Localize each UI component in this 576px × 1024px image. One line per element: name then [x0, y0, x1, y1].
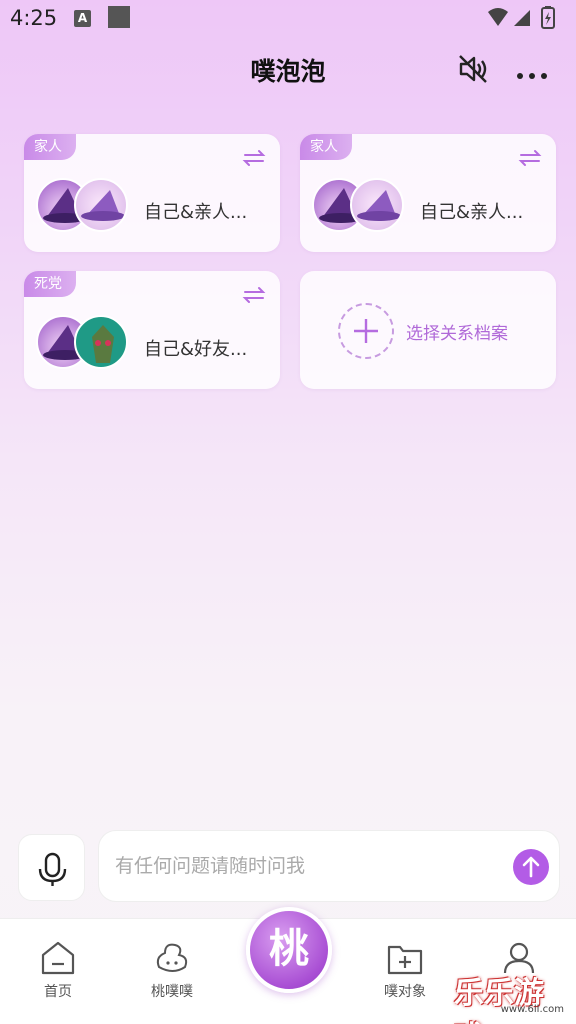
- swap-icon[interactable]: [242, 148, 266, 168]
- relation-tag: 家人: [300, 134, 352, 160]
- chat-input-row: [0, 830, 576, 904]
- avatar-family: [350, 178, 404, 232]
- relation-card[interactable]: 家人 自己&亲人...: [300, 134, 556, 252]
- notification-square-icon: [108, 6, 130, 28]
- plus-icon[interactable]: [338, 303, 394, 359]
- watermark-text: 乐乐游戏: [454, 976, 544, 1024]
- folder-plus-icon: [387, 945, 423, 975]
- status-time: 4:25: [10, 6, 58, 30]
- blob-face-icon: [156, 943, 188, 972]
- relation-card[interactable]: 死党 自己&好友...: [24, 271, 280, 389]
- tab-home-label: 首页: [44, 984, 72, 1000]
- tab-objects-label: 噗对象: [384, 984, 426, 1000]
- send-button[interactable]: [513, 849, 549, 885]
- swap-icon[interactable]: [242, 285, 266, 305]
- avatar-friend: [74, 315, 128, 369]
- notification-a-icon: A: [74, 10, 91, 27]
- app-header: 噗泡泡: [0, 46, 576, 90]
- signal-battery-icons: [488, 6, 555, 29]
- tab-home[interactable]: 首页: [13, 939, 103, 1009]
- tab-peach-label: 桃噗噗: [151, 984, 193, 1000]
- tab-peach[interactable]: 桃噗噗: [127, 939, 217, 1009]
- avatar-family: [74, 178, 128, 232]
- speaker-mute-icon[interactable]: [456, 52, 490, 86]
- bottom-tab-bar: 首页 桃噗噗 桃 噗对象 乐乐游戏 www.6ll.com: [0, 907, 576, 1024]
- relation-tag: 死党: [24, 271, 76, 297]
- relation-label: 自己&亲人...: [420, 202, 524, 223]
- center-peach-button[interactable]: 桃: [246, 907, 332, 993]
- relation-label: 自己&好友...: [144, 339, 248, 360]
- microphone-button[interactable]: [18, 834, 85, 901]
- microphone-icon: [38, 852, 67, 886]
- relation-tag: 家人: [24, 134, 76, 160]
- more-dots-icon[interactable]: [512, 52, 552, 86]
- swap-icon[interactable]: [518, 148, 542, 168]
- chat-input-box[interactable]: [98, 830, 560, 902]
- home-icon: [41, 941, 75, 975]
- arrow-up-icon: [522, 856, 540, 878]
- relation-label: 自己&亲人...: [144, 202, 248, 223]
- chat-input[interactable]: [115, 849, 495, 883]
- tab-objects[interactable]: 噗对象: [360, 939, 450, 1009]
- watermark-url: www.6ll.com: [500, 1004, 564, 1015]
- add-relation-card[interactable]: 选择关系档案: [300, 271, 556, 389]
- status-bar: 4:25 A: [0, 0, 576, 36]
- watermark: 乐乐游戏 www.6ll.com: [454, 968, 570, 1024]
- relation-card[interactable]: 家人 自己&亲人...: [24, 134, 280, 252]
- add-relation-label: 选择关系档案: [406, 324, 508, 344]
